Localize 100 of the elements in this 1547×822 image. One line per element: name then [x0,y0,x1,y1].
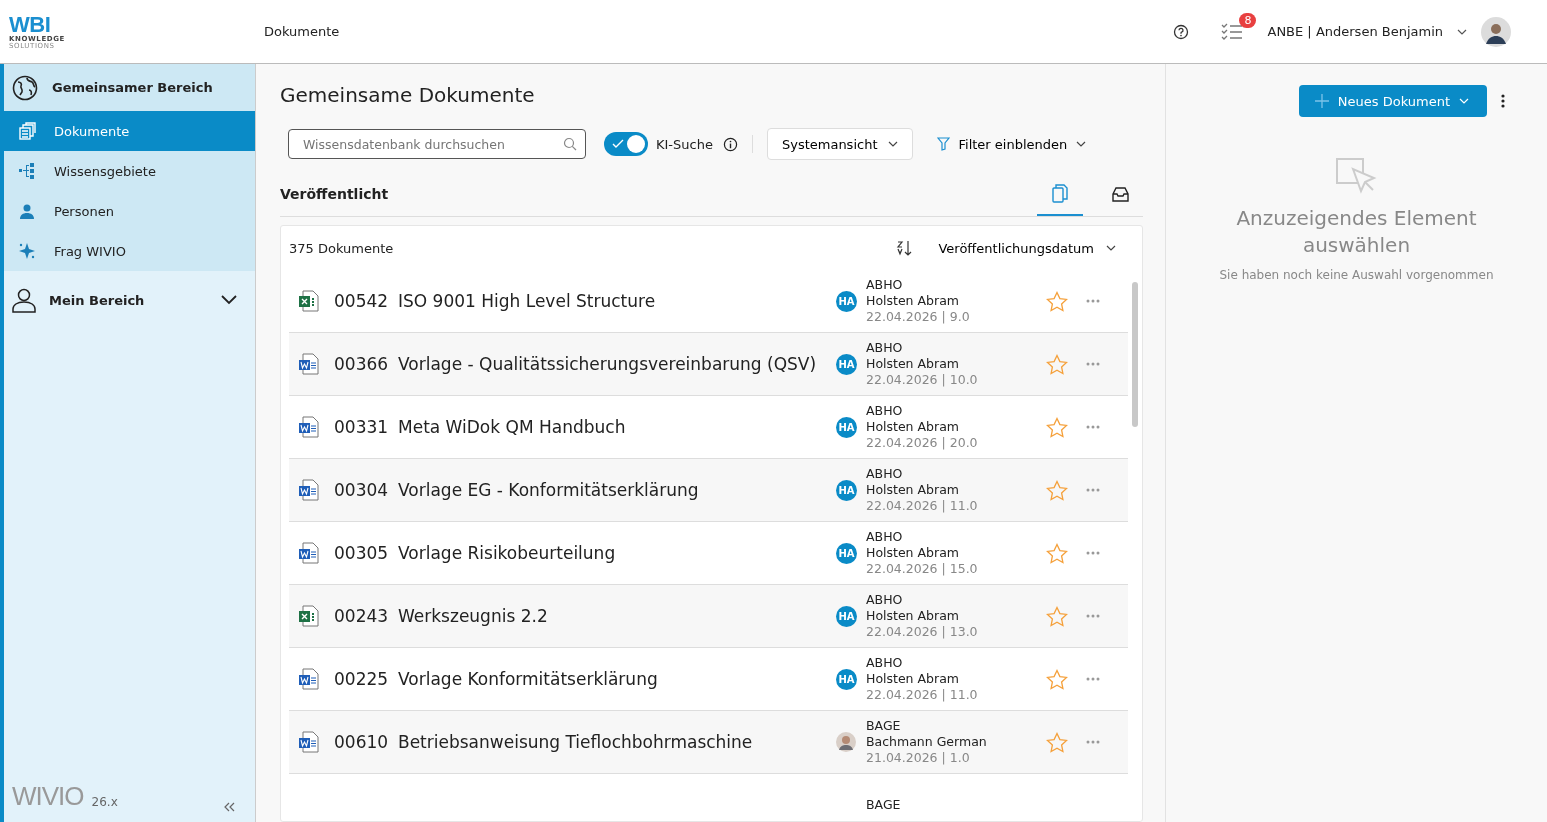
document-number: 00331 [334,417,390,437]
initials-avatar: HA [836,353,857,375]
collapse-icon[interactable] [223,802,235,812]
check-icon [612,139,624,149]
date-version: 21.04.2026 | 1.0 [866,750,971,766]
document-title[interactable]: Vorlage - Qualitätssicherungsvereinbarung (QSV) [398,354,817,374]
sort-dropdown[interactable]: Veröffentlichungsdatum [932,239,1122,257]
logo-wordmark: WBI [9,13,51,36]
nav-item[interactable]: Dokumente [4,111,255,151]
filter-icon [936,137,950,151]
document-title[interactable]: Vorlage EG - Konformitätserklärung [398,480,699,500]
document-title[interactable]: ISO 9001 High Level Structure [398,291,656,311]
avatar-icon[interactable] [1481,16,1511,47]
chevron-down-icon[interactable] [1457,28,1467,35]
document-title[interactable]: Werkszeugnis 2.2 [398,606,548,626]
more-icon[interactable] [1086,425,1100,429]
document-number: 00304 [334,480,390,500]
toggle-switch[interactable] [604,132,648,156]
document-title[interactable]: Betriebsanweisung Tieflochbohrmaschine [398,732,753,752]
star-icon[interactable] [1046,731,1068,753]
person-icon [18,202,36,220]
help-icon[interactable] [1173,23,1190,40]
more-icon[interactable] [1086,551,1100,555]
nav-group[interactable]: Mein Bereich [4,271,255,329]
globe-icon [12,74,38,101]
breadcrumb: Dokumente [264,24,340,39]
owner-code: ABHO [866,592,904,608]
date-version: 22.04.2026 | 13.0 [866,624,979,640]
document-number: 00243 [334,606,390,626]
clipboard-icon [1052,183,1068,203]
star-icon[interactable] [1046,605,1068,627]
chevron-icon [221,295,237,305]
more-icon[interactable] [1086,362,1100,366]
info-icon[interactable] [722,136,738,152]
spreadsheet-file-icon [298,605,320,627]
initials-avatar: HA [836,542,857,564]
owner-code: BAGE [866,797,902,813]
document-title[interactable]: Meta WiDok QM Handbuch [398,417,626,437]
nav-item[interactable]: Personen [4,191,255,231]
sort-icon[interactable] [896,240,913,256]
nav-item[interactable]: Wissensgebiete [4,151,255,191]
sparkle-icon [18,242,36,260]
date-version: 22.04.2026 | 20.0 [866,435,979,451]
more-icon[interactable] [1086,614,1100,618]
toggle-label: KI-Suche [656,136,713,152]
product-logo: WIVIO [12,781,84,812]
owner-code: ABHO [866,466,904,482]
more-icon[interactable] [1086,677,1100,681]
initials-avatar: HA [836,668,857,690]
owner-name: Bachmann German [866,734,988,750]
document-number: 00305 [334,543,390,563]
more-icon[interactable] [1086,740,1100,744]
initials-avatar: HA [836,605,857,627]
owner-name: Holsten Abram [866,608,960,624]
nav-item[interactable]: Frag WIVIO [4,231,255,271]
more-vertical-icon[interactable] [1501,94,1505,108]
owner-name: Holsten Abram [866,293,960,309]
document-title[interactable]: Vorlage Konformitätserklärung [398,669,658,689]
date-version: 22.04.2026 | 9.0 [866,309,971,325]
person-icon [11,287,37,313]
document-count: 375 Dokumente [289,240,394,256]
owner-code: ABHO [866,277,904,293]
document-title[interactable]: Vorlage Risikobeurteilung [398,543,616,563]
text-document-icon [298,542,320,564]
checklist-icon[interactable] [1221,21,1244,42]
initials-avatar: HA [836,290,857,312]
star-icon[interactable] [1046,668,1068,690]
owner-code: BAGE [866,718,902,734]
empty-state-text: Sie haben noch keine Auswahl vorgenommen [1219,268,1494,282]
owner-code: ABHO [866,529,904,545]
view-dropdown[interactable]: Systemansicht [766,128,913,160]
new-document-button[interactable]: Neues Dokument [1298,85,1487,117]
text-document-icon [298,668,320,690]
document-number: 00225 [334,669,390,689]
document-number: 00366 [334,354,390,374]
page-title: Gemeinsame Dokumente [280,83,536,107]
date-version: 22.04.2026 | 11.0 [866,498,979,514]
owner-name: Holsten Abram [866,671,960,687]
filter-button[interactable]: Filter einblenden [930,135,1093,153]
owner-code: ABHO [866,655,904,671]
star-icon[interactable] [1046,542,1068,564]
spreadsheet-file-icon [298,290,320,312]
more-icon[interactable] [1086,299,1100,303]
initials-avatar: HA [836,416,857,438]
star-icon[interactable] [1046,416,1068,438]
more-icon[interactable] [1086,488,1100,492]
document-number: 00610 [334,732,390,752]
text-document-icon [298,479,320,501]
text-document-icon [298,416,320,438]
plus-icon [1314,94,1329,108]
star-icon[interactable] [1046,290,1068,312]
star-icon[interactable] [1046,479,1068,501]
document-number: 00542 [334,291,390,311]
owner-code: ABHO [866,340,904,356]
user-menu[interactable]: ANBE | Andersen Benjamin [1267,24,1443,39]
chevron-down-icon [1459,98,1469,104]
owner-code: ABHO [866,403,904,419]
search-field[interactable]: Wissensdatenbank durchsuchen [288,129,586,159]
empty-state-title: Anzuzeigendes Element auswählen [1235,205,1478,259]
star-icon[interactable] [1046,353,1068,375]
